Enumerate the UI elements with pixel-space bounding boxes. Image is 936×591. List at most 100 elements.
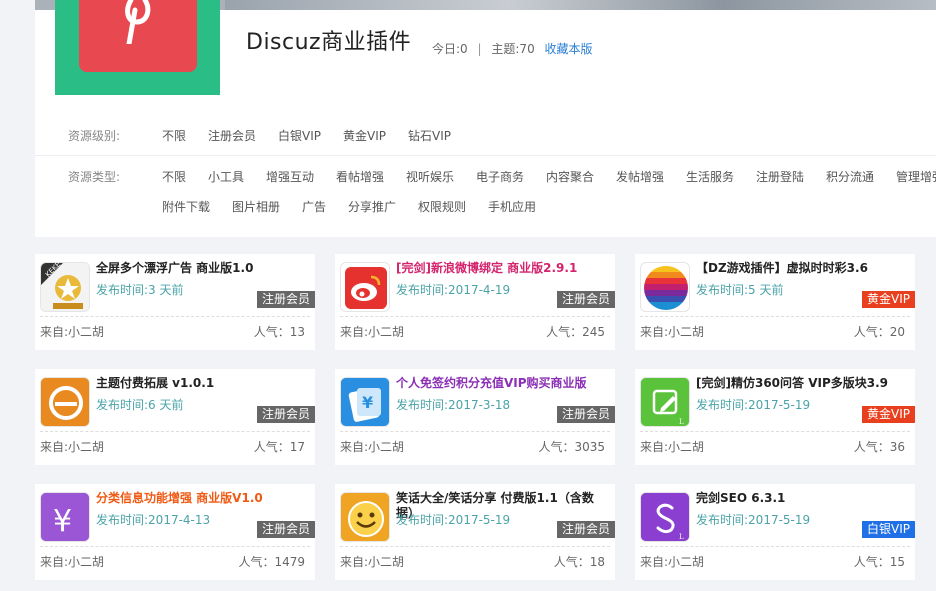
smiley-icon <box>340 492 390 542</box>
level-badge: 注册会员 <box>256 406 315 423</box>
keke-icon: KEKE <box>40 262 90 312</box>
type-option-ecommerce[interactable]: 电子商务 <box>476 168 524 185</box>
svg-text:¥: ¥ <box>362 393 373 412</box>
plugin-popularity: 人气：17 <box>253 440 305 454</box>
plugin-title[interactable]: 全屏多个漂浮广告 商业版1.0 <box>96 261 310 276</box>
plugin-author: 来自:小二胡 <box>640 325 705 339</box>
plugin-date: 发布时间:2017-4-13 <box>96 513 211 527</box>
plugin-popularity: 人气：245 <box>546 325 605 339</box>
type-option-admin[interactable]: 管理增强 <box>896 168 936 185</box>
plugin-card[interactable]: ¥ 分类信息功能增强 商业版V1.0 发布时间:2017-4-13 注册会员 来… <box>35 484 315 580</box>
plugin-date: 发布时间:2017-5-19 <box>696 398 811 412</box>
svg-text:L: L <box>379 303 384 311</box>
plugin-popularity: 人气：36 <box>853 440 905 454</box>
yen-card-icon: ¥ <box>340 377 390 427</box>
plugin-card[interactable]: L 完剑SEO 6.3.1 发布时间:2017-5-19 白银VIP 来自:小二… <box>635 484 915 580</box>
svg-text:L: L <box>679 418 684 426</box>
plugin-popularity: 人气：3035 <box>538 440 605 454</box>
type-option-ad[interactable]: 广告 <box>302 198 326 215</box>
card-divider <box>40 546 310 547</box>
type-option-any[interactable]: 不限 <box>162 168 186 185</box>
plugin-author: 来自:小二胡 <box>40 555 105 569</box>
forum-stats: 今日:0 | 主题:70 收藏本版 <box>432 40 593 57</box>
level-badge: 注册会员 <box>256 291 315 308</box>
svg-text:L: L <box>679 533 684 541</box>
level-badge: 白银VIP <box>862 521 915 538</box>
plugin-author: 来自:小二胡 <box>340 325 405 339</box>
plugin-author: 来自:小二胡 <box>40 325 105 339</box>
plugin-date: 发布时间:2017-4-19 <box>396 283 511 297</box>
forum-logo[interactable] <box>55 0 220 95</box>
plugin-title[interactable]: 个人免签约积分充值VIP购买商业版 <box>396 376 610 391</box>
plugin-title[interactable]: 完剑SEO 6.3.1 <box>696 491 910 506</box>
plugin-popularity: 人气：13 <box>253 325 305 339</box>
type-option-media[interactable]: 视听娱乐 <box>406 168 454 185</box>
plugin-author: 来自:小二胡 <box>340 440 405 454</box>
card-divider <box>340 431 610 432</box>
plugin-card[interactable]: 【DZ游戏插件】虚拟时时彩3.6 发布时间:5 天前 黄金VIP 来自:小二胡 … <box>635 254 915 350</box>
plugin-card[interactable]: L [完剑]新浪微博绑定 商业版2.9.1 发布时间:2017-4-19 注册会… <box>335 254 615 350</box>
edit-icon: L <box>640 377 690 427</box>
plugin-author: 来自:小二胡 <box>640 555 705 569</box>
level-option-member[interactable]: 注册会员 <box>208 127 256 144</box>
top-banner-image <box>225 0 936 10</box>
type-option-interaction[interactable]: 增强互动 <box>266 168 314 185</box>
plugin-date: 发布时间:2017-5-19 <box>396 513 511 527</box>
coin-icon <box>40 377 90 427</box>
type-option-permission[interactable]: 权限规则 <box>418 198 466 215</box>
type-option-login[interactable]: 注册登陆 <box>756 168 804 185</box>
plugin-popularity: 人气：18 <box>553 555 605 569</box>
card-divider <box>640 431 910 432</box>
type-option-aggregation[interactable]: 内容聚合 <box>546 168 594 185</box>
plugin-popularity: 人气：1479 <box>238 555 305 569</box>
level-option-gold[interactable]: 黄金VIP <box>343 127 386 144</box>
plugin-title[interactable]: [完剑]精仿360问答 VIP多版块3.9 <box>696 376 910 391</box>
level-option-diamond[interactable]: 钻石VIP <box>408 127 451 144</box>
level-filter-label: 资源级别: <box>68 129 121 143</box>
type-option-share[interactable]: 分享推广 <box>348 198 396 215</box>
type-option-widget[interactable]: 小工具 <box>208 168 244 185</box>
plugin-popularity: 人气：15 <box>853 555 905 569</box>
plugin-card[interactable]: L [完剑]精仿360问答 VIP多版块3.9 发布时间:2017-5-19 黄… <box>635 369 915 465</box>
plugin-date: 发布时间:6 天前 <box>96 398 184 412</box>
stats-separator: | <box>477 42 482 56</box>
plugin-date: 发布时间:5 天前 <box>696 283 784 297</box>
lottery-ball-icon <box>640 262 690 312</box>
type-option-post[interactable]: 发帖增强 <box>616 168 664 185</box>
filter-divider <box>35 155 936 156</box>
svg-text:¥: ¥ <box>53 504 72 539</box>
card-divider <box>40 316 310 317</box>
plugin-title[interactable]: 主题付费拓展 v1.0.1 <box>96 376 310 391</box>
plugin-card[interactable]: ¥ 个人免签约积分充值VIP购买商业版 发布时间:2017-3-18 注册会员 … <box>335 369 615 465</box>
plugin-title[interactable]: [完剑]新浪微博绑定 商业版2.9.1 <box>396 261 610 276</box>
plugin-card[interactable]: 主题付费拓展 v1.0.1 发布时间:6 天前 注册会员 来自:小二胡 人气：1… <box>35 369 315 465</box>
level-badge: 黄金VIP <box>862 406 915 423</box>
type-option-credits[interactable]: 积分流通 <box>826 168 874 185</box>
type-option-album[interactable]: 图片相册 <box>232 198 280 215</box>
level-option-silver[interactable]: 白银VIP <box>278 127 321 144</box>
type-option-life[interactable]: 生活服务 <box>686 168 734 185</box>
plugin-date: 发布时间:3 天前 <box>96 283 184 297</box>
card-divider <box>340 316 610 317</box>
level-filter-row: 资源级别: 不限 注册会员 白银VIP 黄金VIP 钻石VIP <box>35 127 936 157</box>
plugin-title[interactable]: 【DZ游戏插件】虚拟时时彩3.6 <box>696 261 910 276</box>
type-option-viewthread[interactable]: 看帖增强 <box>336 168 384 185</box>
type-option-mobile[interactable]: 手机应用 <box>488 198 536 215</box>
type-option-attachment[interactable]: 附件下载 <box>162 198 210 215</box>
level-badge: 黄金VIP <box>862 291 915 308</box>
today-count: 今日:0 <box>432 42 468 56</box>
level-badge: 注册会员 <box>556 406 615 423</box>
plugin-author: 来自:小二胡 <box>40 440 105 454</box>
yen-icon: ¥ <box>40 492 90 542</box>
type-filter-label: 资源类型: <box>68 170 121 184</box>
plugin-date: 发布时间:2017-5-19 <box>696 513 811 527</box>
favorite-link[interactable]: 收藏本版 <box>545 42 593 56</box>
level-option-any[interactable]: 不限 <box>162 127 186 144</box>
pinterest-logo-icon <box>79 0 197 72</box>
plugin-title[interactable]: 分类信息功能增强 商业版V1.0 <box>96 491 310 506</box>
weibo-icon: L <box>340 262 390 312</box>
plugin-card[interactable]: KEKE 全屏多个漂浮广告 商业版1.0 发布时间:3 天前 注册会员 来自:小… <box>35 254 315 350</box>
plugin-card[interactable]: 笑话大全/笑话分享 付费版1.1（含数据） 发布时间:2017-5-19 注册会… <box>335 484 615 580</box>
level-badge: 注册会员 <box>256 521 315 538</box>
seo-s-icon: L <box>640 492 690 542</box>
